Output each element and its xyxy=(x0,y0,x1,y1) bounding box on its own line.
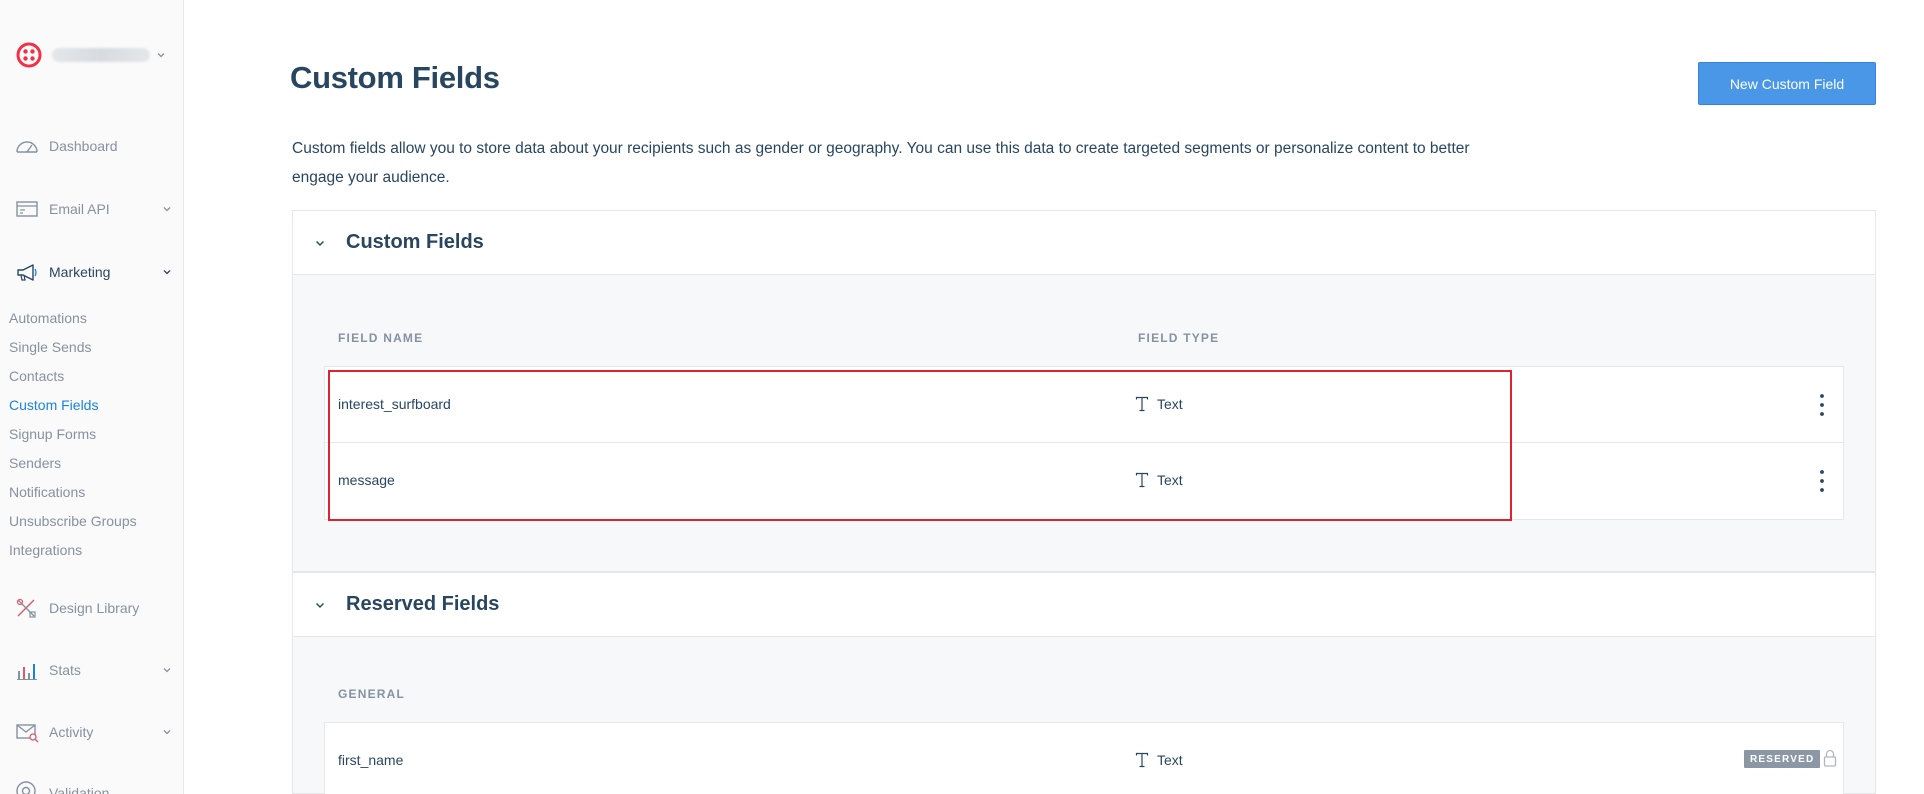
nav-label: Stats xyxy=(49,662,81,678)
reserved-fields-list: first_name Text RESERVED xyxy=(324,722,1844,794)
text-type-icon xyxy=(1135,752,1149,768)
sidebar: Dashboard Email API Marketing Automation… xyxy=(0,0,184,794)
nav-marketing[interactable]: Marketing xyxy=(0,258,184,286)
activity-envelope-icon xyxy=(16,724,39,743)
nav-email-api[interactable]: Email API xyxy=(0,195,184,223)
field-name: message xyxy=(338,472,395,488)
page-title: Custom Fields xyxy=(290,60,500,95)
nav-stats[interactable]: Stats xyxy=(0,656,184,684)
more-options-icon[interactable] xyxy=(1815,392,1829,418)
chevron-down-icon xyxy=(163,730,171,735)
design-tools-icon xyxy=(16,598,36,618)
sidebar-item-senders[interactable]: Senders xyxy=(9,454,61,472)
reserved-fields-panel: Reserved Fields GENERAL first_name Text … xyxy=(292,572,1876,794)
field-type-label: Text xyxy=(1157,396,1183,412)
chevron-down-icon xyxy=(163,668,171,673)
section-title: Reserved Fields xyxy=(346,593,500,615)
chevron-down-icon xyxy=(157,53,165,58)
megaphone-icon xyxy=(17,264,37,281)
lock-icon xyxy=(1823,749,1837,767)
field-name: interest_surfboard xyxy=(338,396,451,412)
custom-fields-panel-header[interactable]: Custom Fields xyxy=(293,211,1875,275)
sidebar-item-notifications[interactable]: Notifications xyxy=(9,483,85,501)
sidebar-item-integrations[interactable]: Integrations xyxy=(9,541,82,559)
email-api-icon xyxy=(16,201,38,217)
text-type-icon xyxy=(1135,472,1149,488)
at-sign-icon xyxy=(16,781,36,794)
nav-design-library[interactable]: Design Library xyxy=(0,594,184,622)
chevron-down-icon xyxy=(163,207,171,212)
new-custom-field-button[interactable]: New Custom Field xyxy=(1698,62,1876,105)
sidebar-item-unsubscribe-groups[interactable]: Unsubscribe Groups xyxy=(9,512,137,530)
nav-label: Email API xyxy=(49,201,110,217)
nav-validation[interactable]: Validation xyxy=(0,780,184,794)
chevron-down-icon[interactable] xyxy=(314,599,326,611)
field-type: Text xyxy=(1135,750,1183,770)
field-type: Text xyxy=(1135,394,1183,414)
reserved-badge: RESERVED xyxy=(1744,750,1821,768)
nav-label: Validation xyxy=(49,785,110,794)
sidebar-item-contacts[interactable]: Contacts xyxy=(9,367,64,385)
logo-icon xyxy=(16,42,42,68)
account-name-redacted xyxy=(52,48,150,62)
nav-dashboard[interactable]: Dashboard xyxy=(0,132,184,160)
field-type: Text xyxy=(1135,470,1183,490)
field-name: first_name xyxy=(338,752,404,768)
nav-label: Marketing xyxy=(49,264,111,280)
reserved-fields-panel-header[interactable]: Reserved Fields xyxy=(293,573,1875,637)
nav-label: Activity xyxy=(49,724,94,740)
section-title: Custom Fields xyxy=(346,231,484,253)
page-description: Custom fields allow you to store data ab… xyxy=(292,140,1470,186)
custom-fields-list: interest_surfboard Text message Text xyxy=(324,366,1844,520)
table-row: message Text xyxy=(325,443,1843,519)
nav-activity[interactable]: Activity xyxy=(0,718,184,746)
column-header-field-name: FIELD NAME xyxy=(338,331,424,345)
text-type-icon xyxy=(1135,396,1149,412)
sidebar-item-automations[interactable]: Automations xyxy=(9,309,87,327)
table-row: interest_surfboard Text xyxy=(325,367,1843,443)
more-options-icon[interactable] xyxy=(1815,468,1829,494)
sidebar-item-signup-forms[interactable]: Signup Forms xyxy=(9,425,96,443)
sidebar-item-custom-fields[interactable]: Custom Fields xyxy=(9,396,98,414)
account-switcher[interactable] xyxy=(16,42,172,68)
group-header-general: GENERAL xyxy=(338,687,406,701)
nav-label: Dashboard xyxy=(49,138,118,154)
sidebar-item-single-sends[interactable]: Single Sends xyxy=(9,338,92,356)
chevron-down-icon[interactable] xyxy=(314,237,326,249)
bar-chart-icon xyxy=(17,664,37,680)
field-type-label: Text xyxy=(1157,472,1183,488)
custom-fields-panel: Custom Fields FIELD NAME FIELD TYPE inte… xyxy=(292,210,1876,572)
field-type-label: Text xyxy=(1157,752,1183,768)
nav-label: Design Library xyxy=(49,600,140,616)
column-header-field-type: FIELD TYPE xyxy=(1138,331,1220,345)
dashboard-gauge-icon xyxy=(16,141,38,153)
chevron-down-icon xyxy=(163,270,171,275)
table-row: first_name Text RESERVED xyxy=(325,723,1843,794)
